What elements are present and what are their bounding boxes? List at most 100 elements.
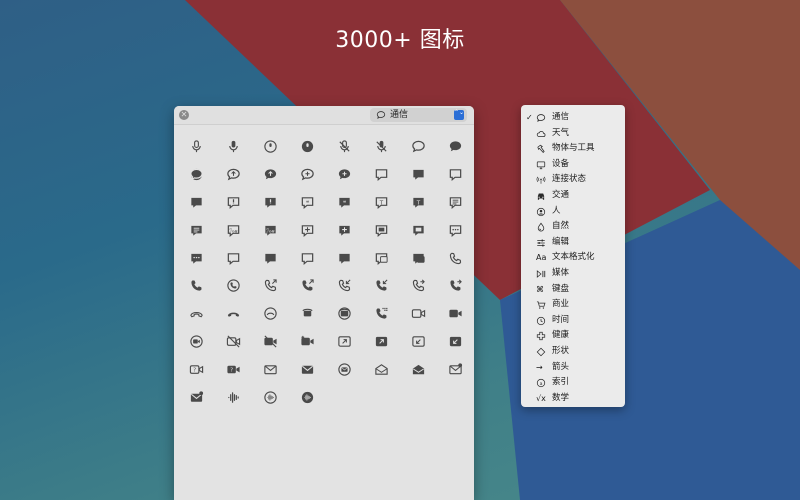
arrow-down-left-video-fill-icon[interactable] xyxy=(437,328,474,356)
menu-item-14[interactable]: 健康 xyxy=(521,328,625,344)
envelope-fill-icon[interactable] xyxy=(289,355,326,383)
phone-arrow-down-left-icon[interactable] xyxy=(326,272,363,300)
envelope-icon[interactable] xyxy=(252,355,289,383)
menu-item-label: 编辑 xyxy=(552,236,570,247)
bubble-text-icon[interactable] xyxy=(437,189,474,217)
bubble-rect-fill-icon[interactable] xyxy=(400,161,437,189)
menu-item-label: 文本格式化 xyxy=(552,252,595,263)
waveform-icon[interactable] xyxy=(215,383,252,411)
questionmark-video-icon[interactable]: ? xyxy=(178,355,215,383)
svg-text:a: a xyxy=(540,382,543,387)
menu-item-10[interactable]: 媒体 xyxy=(521,266,625,282)
video-fill-icon[interactable] xyxy=(437,300,474,328)
phone-arrow-up-right-icon[interactable] xyxy=(252,272,289,300)
bubble-middle-icon[interactable] xyxy=(215,244,252,272)
bubble-plus-fill-icon[interactable] xyxy=(326,161,363,189)
bubble-plus-2-icon[interactable] xyxy=(289,216,326,244)
envelope-badge-fill-icon[interactable] xyxy=(178,383,215,411)
bubble-image-icon[interactable] xyxy=(363,216,400,244)
menu-item-0[interactable]: ✓ 通信 xyxy=(521,110,625,126)
bubble-t-icon[interactable]: T xyxy=(363,189,400,217)
bubble-dots-cursive-icon[interactable]: ℐℴ𝓊 xyxy=(215,216,252,244)
bubble-cursive-fill-icon[interactable]: ℐℴ𝓊 xyxy=(252,216,289,244)
bubble-text-fill-icon[interactable] xyxy=(178,216,215,244)
bubble-left-fill-icon[interactable] xyxy=(437,133,474,161)
envelope-badge-icon[interactable] xyxy=(437,355,474,383)
bubbles-two-icon[interactable] xyxy=(363,244,400,272)
phone-down-circle-icon[interactable] xyxy=(252,300,289,328)
arrow-up-right-video-icon[interactable] xyxy=(326,328,363,356)
mic-slash-fill-icon[interactable] xyxy=(363,133,400,161)
video-slash-icon[interactable] xyxy=(215,328,252,356)
menu-item-7[interactable]: 自然 xyxy=(521,219,625,235)
bubble-rect-fill-2-icon[interactable] xyxy=(178,189,215,217)
phone-down-icon[interactable] xyxy=(178,300,215,328)
phone-down-fill-icon[interactable] xyxy=(215,300,252,328)
phone-arrow-up-right-fill-icon[interactable] xyxy=(289,272,326,300)
bubble-circle-fill-icon[interactable] xyxy=(178,161,215,189)
bubbles-two-fill-icon[interactable] xyxy=(400,244,437,272)
envelope-circle-icon[interactable] xyxy=(326,355,363,383)
mic-circle-fill-icon[interactable] xyxy=(289,133,326,161)
menu-item-12[interactable]: 商业 xyxy=(521,297,625,313)
phone-icon[interactable] xyxy=(437,244,474,272)
menu-item-2[interactable]: 物体与工具 xyxy=(521,141,625,157)
menu-item-3[interactable]: 设备 xyxy=(521,157,625,173)
bubble-quote-icon[interactable]: ❝ xyxy=(289,189,326,217)
phone-arrow-right-icon[interactable] xyxy=(400,272,437,300)
bubble-bottom-icon[interactable] xyxy=(289,244,326,272)
menu-item-13[interactable]: 时间 xyxy=(521,313,625,329)
arrow-down-left-video-icon[interactable] xyxy=(400,328,437,356)
bubble-left-icon[interactable] xyxy=(400,133,437,161)
menu-item-5[interactable]: 交通 xyxy=(521,188,625,204)
mic-icon[interactable] xyxy=(178,133,215,161)
mic-fill-icon[interactable] xyxy=(215,133,252,161)
video-slash-fill-icon[interactable] xyxy=(252,328,289,356)
phone-circle-icon[interactable] xyxy=(215,272,252,300)
menu-item-8[interactable]: 编辑 xyxy=(521,235,625,251)
menu-item-16[interactable]: → 箭头 xyxy=(521,360,625,376)
phone-fill-icon[interactable] xyxy=(178,272,215,300)
mic-circle-icon[interactable] xyxy=(252,133,289,161)
bubble-exclamation-icon[interactable] xyxy=(215,189,252,217)
bubble-t-fill-icon[interactable]: T xyxy=(400,189,437,217)
bubble-ellipsis-fill-icon[interactable] xyxy=(178,244,215,272)
bubble-quote-fill-icon[interactable]: ❝ xyxy=(326,189,363,217)
close-button[interactable]: ✕ xyxy=(179,110,189,120)
bubble-exclamation-fill-icon[interactable] xyxy=(252,189,289,217)
waveform-circle-fill-icon[interactable] xyxy=(289,383,326,411)
menu-item-6[interactable]: 人 xyxy=(521,204,625,220)
video-icon[interactable] xyxy=(400,300,437,328)
menu-item-11[interactable]: ⌘ 键盘 xyxy=(521,282,625,298)
menu-item-1[interactable]: 天气 xyxy=(521,126,625,142)
phone-arrow-down-left-fill-icon[interactable] xyxy=(363,272,400,300)
waveform-circle-icon[interactable] xyxy=(252,383,289,411)
bubble-rect-icon[interactable] xyxy=(363,161,400,189)
menu-item-9[interactable]: Aa 文本格式化 xyxy=(521,250,625,266)
video-circle-icon[interactable] xyxy=(178,328,215,356)
bubble-image-fill-icon[interactable] xyxy=(400,216,437,244)
menu-item-18[interactable]: √x 数学 xyxy=(521,391,625,407)
bubble-middle-fill-icon[interactable] xyxy=(252,244,289,272)
bubble-ellipsis-icon[interactable] xyxy=(437,216,474,244)
mic-slash-icon[interactable] xyxy=(326,133,363,161)
bubble-plus-icon[interactable] xyxy=(289,161,326,189)
envelope-open-fill-icon[interactable] xyxy=(400,355,437,383)
teletype-circle-icon[interactable] xyxy=(326,300,363,328)
envelope-open-icon[interactable] xyxy=(363,355,400,383)
bubble-bottom-fill-icon[interactable] xyxy=(326,244,363,272)
menu-item-15[interactable]: 形状 xyxy=(521,344,625,360)
arrow-up-right-video-fill-icon[interactable] xyxy=(363,328,400,356)
bubble-arrow-up-icon[interactable] xyxy=(215,161,252,189)
keypad-phone-icon[interactable] xyxy=(363,300,400,328)
questionmark-video-fill-icon[interactable]: ? xyxy=(215,355,252,383)
phone-arrow-right-fill-icon[interactable] xyxy=(437,272,474,300)
bubble-arrow-up-fill-icon[interactable] xyxy=(252,161,289,189)
bubble-rect-right-icon[interactable] xyxy=(437,161,474,189)
video-badge-plus-icon[interactable] xyxy=(289,328,326,356)
category-select[interactable]: 通信 ⌃⌄ xyxy=(370,108,467,122)
teletype-icon[interactable] xyxy=(289,300,326,328)
bubble-plus-2-fill-icon[interactable] xyxy=(326,216,363,244)
menu-item-17[interactable]: a 索引 xyxy=(521,375,625,391)
menu-item-4[interactable]: 连接状态 xyxy=(521,172,625,188)
